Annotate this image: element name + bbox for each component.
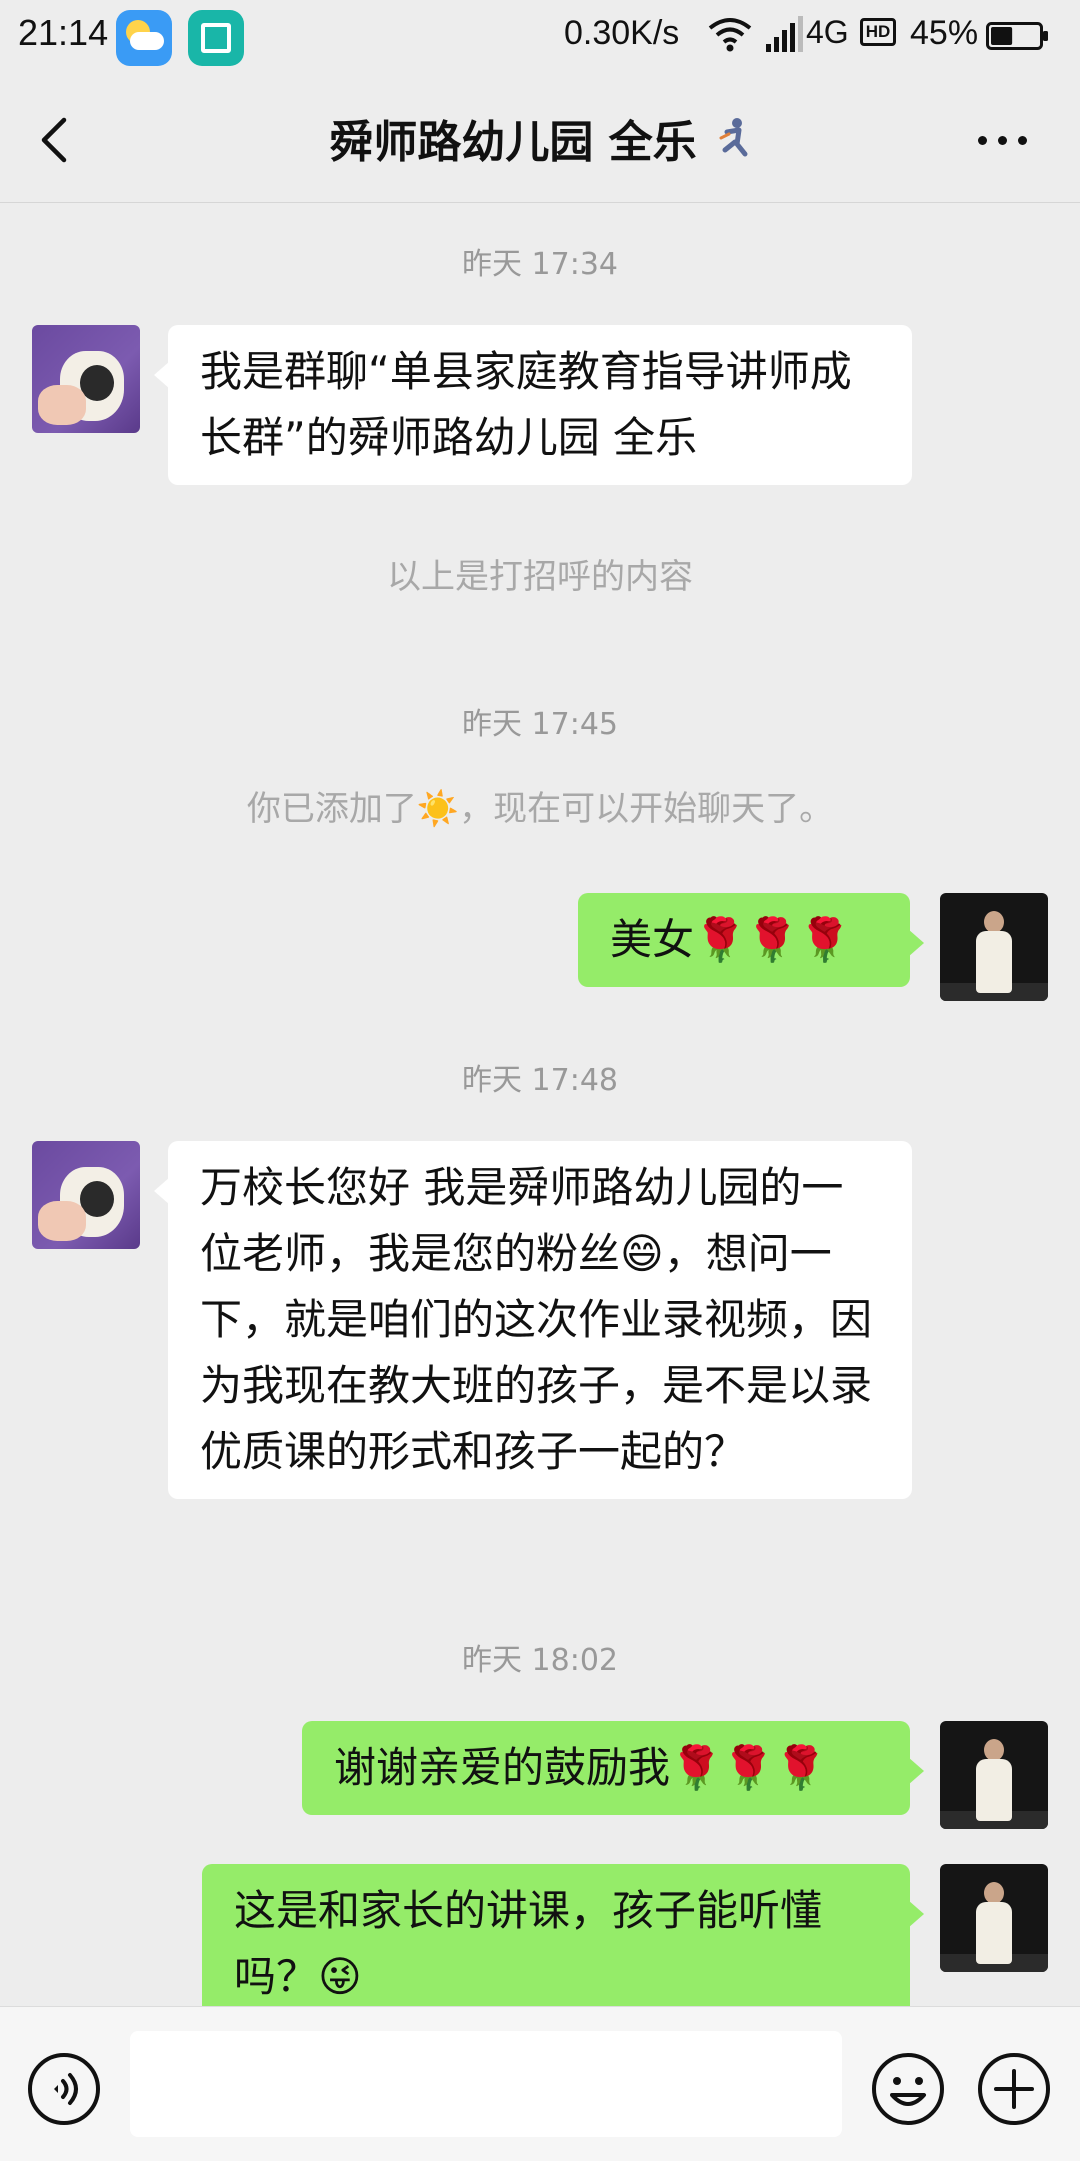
system-message: 以上是打招呼的内容 (387, 557, 693, 597)
more-options-button[interactable] (972, 120, 1032, 160)
status-bar: 21:14 0.30K/s 4G HD 45% (0, 0, 1080, 76)
chat-title: 舜师路幼儿园 全乐 (329, 117, 697, 168)
my-avatar[interactable] (940, 1721, 1048, 1829)
message-timestamp: 昨天 17:45 (462, 707, 618, 742)
message-timestamp: 昨天 18:02 (462, 1643, 618, 1678)
contact-avatar[interactable] (32, 325, 140, 433)
network-speed: 0.30K/s (564, 14, 680, 52)
weather-app-icon (116, 10, 172, 66)
status-time: 21:14 (18, 12, 109, 53)
incoming-message-bubble[interactable]: 万校长您好 我是舜师路幼儿园的一位老师，我是您的粉丝😄，想问一下，就是咱们的这次… (154, 1141, 912, 1499)
scan-app-icon (188, 10, 244, 66)
signal-icon (766, 16, 803, 52)
message-input[interactable] (130, 2031, 842, 2137)
input-bar (0, 2006, 1080, 2161)
chat-message-list[interactable]: 昨天 17:34 我是群聊“单县家庭教育指导讲师成长群”的舜师路幼儿园 全乐 以… (0, 203, 1080, 2006)
message-timestamp: 昨天 17:48 (462, 1063, 618, 1098)
hd-icon: HD (860, 18, 896, 46)
system-message: 你已添加了☀️，现在可以开始聊天了。 (246, 789, 834, 829)
my-avatar[interactable] (940, 893, 1048, 1001)
chat-header: 舜师路幼儿园 全乐 (0, 76, 1080, 203)
battery-percent: 45% (910, 14, 979, 52)
plus-icon[interactable] (976, 2051, 1052, 2127)
incoming-message-bubble[interactable]: 我是群聊“单县家庭教育指导讲师成长群”的舜师路幼儿园 全乐 (154, 325, 912, 485)
message-timestamp: 昨天 17:34 (462, 247, 618, 282)
contact-avatar[interactable] (32, 1141, 140, 1249)
runner-icon (719, 118, 748, 157)
wifi-icon (708, 18, 752, 52)
chat-title-container: 舜师路幼儿园 全乐 (0, 106, 1080, 170)
outgoing-message-bubble[interactable]: 美女🌹🌹🌹 (578, 893, 924, 987)
outgoing-message-bubble[interactable]: 谢谢亲爱的鼓励我🌹🌹🌹 (302, 1721, 924, 1815)
my-avatar[interactable] (940, 1864, 1048, 1972)
outgoing-message-bubble[interactable]: 这是和家长的讲课，孩子能听懂吗？😜 (202, 1864, 924, 2006)
battery-icon (986, 22, 1048, 50)
network-type: 4G (806, 14, 849, 50)
voice-icon[interactable] (26, 2051, 102, 2127)
emoji-icon[interactable] (870, 2051, 946, 2127)
